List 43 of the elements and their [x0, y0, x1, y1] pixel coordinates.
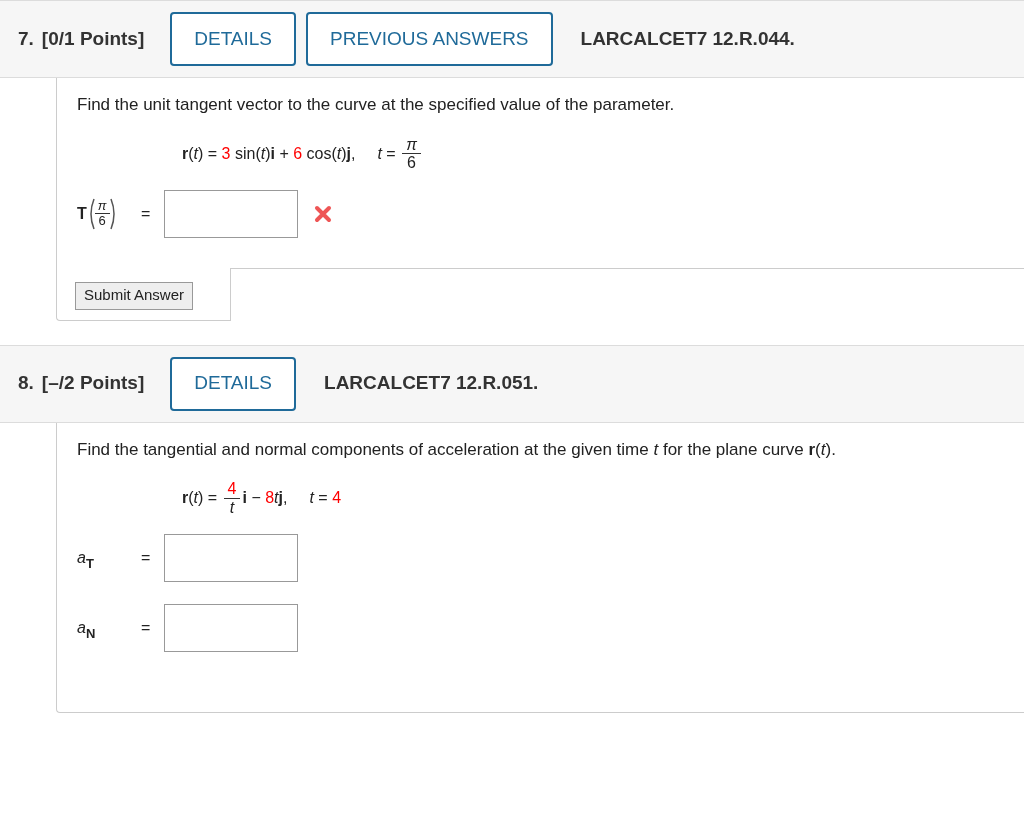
question-points: [0/1 Points]	[41, 26, 145, 51]
question-prompt: Find the tangential and normal components of acceleration at the given time t for the plane curve r(t).	[76, 438, 837, 461]
fraction-denominator: 6	[97, 214, 107, 229]
question-number: 7.	[18, 26, 34, 51]
math-text: t =	[309, 488, 329, 509]
given-value: 8	[265, 488, 275, 509]
math-text: r(t) =	[182, 143, 219, 164]
fraction-denominator: t	[228, 498, 236, 517]
fraction-numerator: 4	[226, 480, 238, 498]
question-button[interactable]: PREVIOUS ANSWERS	[306, 12, 553, 66]
question-button[interactable]: DETAILS	[170, 356, 297, 411]
question-number: 8.	[18, 371, 34, 396]
question-code: LARCALCET7 12.R.051.	[324, 371, 539, 396]
math-text: T	[77, 203, 87, 224]
question-button[interactable]: DETAILS	[170, 12, 297, 66]
math-text: cos(t)j,	[305, 143, 356, 164]
right-parenthesis-icon	[109, 197, 118, 230]
fraction-numerator: π	[96, 198, 108, 214]
subscript: T	[85, 555, 94, 573]
subscript: N	[85, 625, 96, 643]
math-text: r(t) =	[182, 488, 219, 509]
question-prompt: Find the unit tangent vector to the curve at the specified value of the parameter.	[76, 94, 676, 116]
math-text: j,	[278, 488, 288, 509]
answer-field[interactable]	[164, 534, 299, 583]
submit-button[interactable]: Submit Answer	[75, 281, 194, 310]
given-value: 4	[332, 488, 342, 509]
given-value: 6	[293, 143, 303, 164]
math-text: a	[77, 618, 86, 637]
fraction-denominator: 6	[406, 154, 417, 172]
question-code: LARCALCET7 12.R.044.	[580, 26, 795, 51]
equals-sign: =	[141, 203, 151, 224]
math-text: t =	[377, 143, 397, 164]
math-text: t	[274, 488, 279, 509]
given-value: 3	[221, 143, 231, 164]
math-text: sin(t)i +	[233, 143, 290, 164]
equals-sign: =	[141, 548, 151, 569]
question-points: [–/2 Points]	[41, 371, 145, 396]
fraction-numerator: π	[405, 135, 418, 154]
math-text: i −	[242, 488, 262, 509]
equals-sign: =	[141, 618, 151, 639]
answer-field[interactable]	[164, 189, 299, 238]
answer-field[interactable]	[164, 604, 299, 653]
math-text: a	[77, 548, 86, 567]
